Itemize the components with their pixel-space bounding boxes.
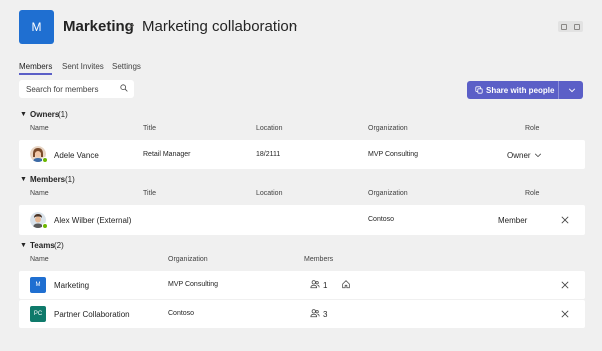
column-header-name[interactable]: Name	[30, 190, 49, 197]
column-header-title[interactable]: Title	[143, 190, 156, 197]
members-collapse-caret[interactable]: ▼	[20, 176, 27, 183]
member-organization: Contoso	[368, 216, 395, 223]
team-name[interactable]: Marketing	[63, 18, 134, 35]
team-name: Marketing	[54, 281, 90, 290]
people-icon	[310, 280, 320, 289]
column-header-title[interactable]: Title	[143, 125, 156, 132]
top-right-icons[interactable]	[558, 21, 583, 32]
role-dropdown[interactable]: Owner	[507, 151, 531, 160]
owners-section-title[interactable]: Owners	[30, 110, 59, 119]
teams-collapse-caret[interactable]: ▼	[20, 242, 27, 249]
share-button-divider	[558, 81, 559, 99]
team-organization: MVP Consulting	[168, 281, 219, 288]
team-avatar: PC	[30, 306, 46, 322]
search-icon[interactable]	[120, 84, 128, 92]
presence-badge	[42, 223, 48, 229]
column-header-organization[interactable]: Organization	[368, 125, 408, 132]
column-header-name[interactable]: Name	[30, 256, 49, 263]
column-header-role[interactable]: Role	[525, 190, 539, 197]
teams-section-title[interactable]: Teams	[30, 241, 55, 250]
channel-name: Marketing collaboration	[142, 18, 298, 35]
copy-icon[interactable]	[561, 23, 568, 30]
table-row-owner[interactable]	[19, 140, 585, 169]
tab-members[interactable]: Members	[19, 62, 52, 71]
team-avatar: M	[30, 277, 46, 293]
column-header-location[interactable]: Location	[256, 125, 282, 132]
people-icon	[310, 309, 320, 318]
active-tab-indicator	[19, 73, 52, 75]
clipboard-icon[interactable]	[573, 23, 580, 30]
team-avatar: M	[19, 10, 54, 44]
column-header-organization[interactable]: Organization	[168, 256, 208, 263]
team-name: Partner Collaboration	[54, 310, 130, 319]
tab-settings[interactable]: Settings	[112, 62, 141, 71]
column-header-organization[interactable]: Organization	[368, 190, 408, 197]
remove-team-icon[interactable]	[561, 310, 569, 318]
home-icon	[342, 280, 350, 289]
more-options-button[interactable]: ···	[285, 18, 299, 32]
member-name: Adele Vance	[54, 151, 99, 160]
owners-count: (1)	[58, 110, 68, 119]
member-name: Alex Wilber (External)	[54, 216, 132, 225]
column-header-role[interactable]: Role	[525, 125, 539, 132]
column-header-members[interactable]: Members	[304, 256, 333, 263]
team-member-count: 3	[323, 310, 328, 319]
table-row-team[interactable]	[19, 271, 585, 299]
tab-sent-invites[interactable]: Sent Invites	[62, 62, 104, 71]
share-with-people-button[interactable]: Share with people	[467, 81, 583, 99]
member-title: Retail Manager	[143, 151, 191, 158]
member-organization: MVP Consulting	[368, 151, 419, 158]
members-section-title[interactable]: Members	[30, 175, 65, 184]
members-count: (1)	[65, 175, 75, 184]
search-input[interactable]: Search for members	[19, 80, 134, 98]
column-header-name[interactable]: Name	[30, 125, 49, 132]
member-role: Member	[498, 216, 528, 225]
remove-team-icon[interactable]	[561, 281, 569, 289]
share-people-icon	[475, 86, 483, 94]
share-button-label: Share with people	[486, 86, 555, 95]
column-header-location[interactable]: Location	[256, 190, 282, 197]
owners-collapse-caret[interactable]: ▼	[20, 111, 27, 118]
team-organization: Contoso	[168, 310, 195, 317]
breadcrumb-separator: >	[128, 20, 135, 32]
chevron-down-icon[interactable]	[534, 151, 542, 159]
team-member-count: 1	[323, 281, 328, 290]
teams-count: (2)	[54, 241, 64, 250]
chevron-down-icon[interactable]	[568, 86, 576, 94]
remove-member-icon[interactable]	[561, 216, 569, 224]
presence-badge	[42, 157, 48, 163]
member-location: 18/2111	[256, 151, 281, 158]
